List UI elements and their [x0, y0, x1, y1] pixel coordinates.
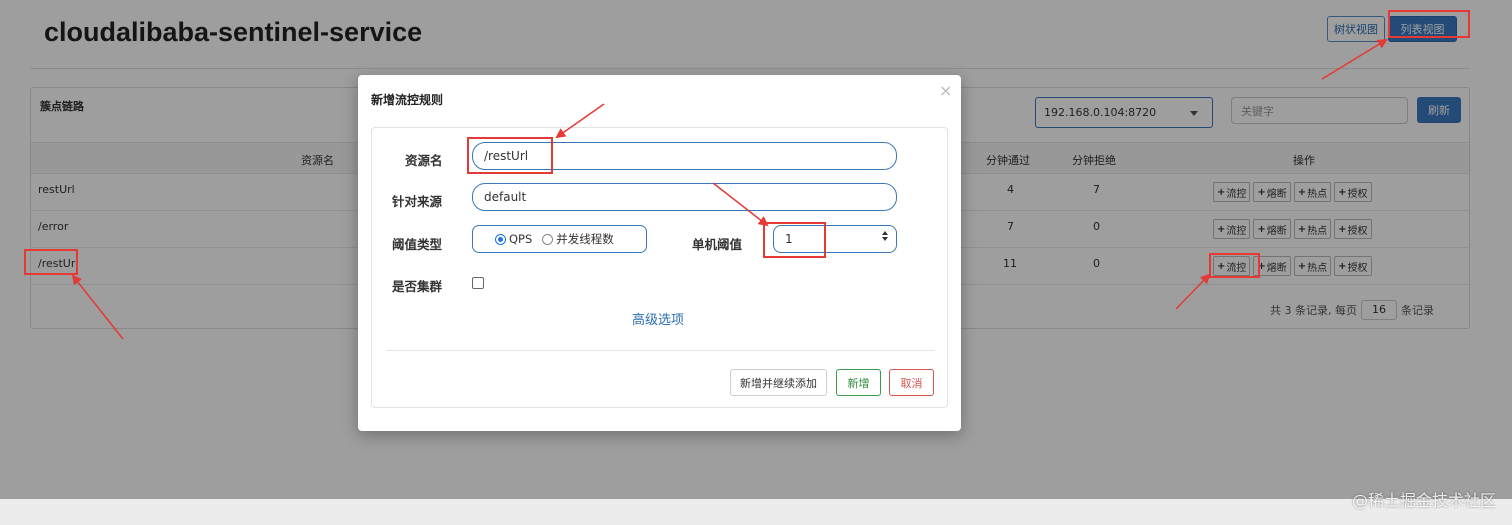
origin-input[interactable]: default: [472, 183, 897, 211]
highlight-list-view: [1388, 10, 1470, 38]
watermark: @稀土掘金技术社区: [1351, 491, 1496, 510]
form-divider: [386, 350, 935, 351]
threshold-type-radio-group: QPS 并发线程数: [472, 225, 647, 253]
advanced-options-link[interactable]: 高级选项: [632, 309, 684, 328]
radio-qps[interactable]: [495, 233, 506, 245]
highlight-resource-name: [467, 137, 553, 174]
highlight-flow-button: [1209, 253, 1260, 278]
radio-thread-label: 并发线程数: [556, 232, 614, 246]
cancel-button[interactable]: 取消: [889, 369, 934, 396]
dialog-title: 新增流控规则: [371, 93, 444, 107]
highlight-resource-row: [24, 249, 78, 275]
resource-name-label: 资源名: [405, 153, 443, 168]
radio-qps-label: QPS: [509, 232, 533, 246]
number-spinner-icon[interactable]: [882, 231, 888, 241]
single-threshold-label: 单机阈值: [692, 237, 743, 252]
highlight-threshold: [763, 222, 826, 258]
threshold-type-label: 阈值类型: [392, 237, 443, 252]
add-button[interactable]: 新增: [836, 369, 881, 396]
radio-thread[interactable]: [542, 233, 554, 245]
bottom-strip: [0, 499, 1512, 525]
add-and-continue-button[interactable]: 新增并继续添加: [730, 369, 827, 396]
close-icon[interactable]: ×: [939, 81, 952, 100]
rule-form: 资源名 /restUrl 针对来源 default 阈值类型 QPS 并发线程数…: [371, 127, 948, 408]
cluster-label: 是否集群: [392, 279, 443, 294]
cluster-checkbox[interactable]: [472, 277, 484, 289]
origin-label: 针对来源: [392, 194, 443, 209]
add-flow-rule-dialog: 新增流控规则 × 资源名 /restUrl 针对来源 default 阈值类型 …: [358, 75, 961, 431]
